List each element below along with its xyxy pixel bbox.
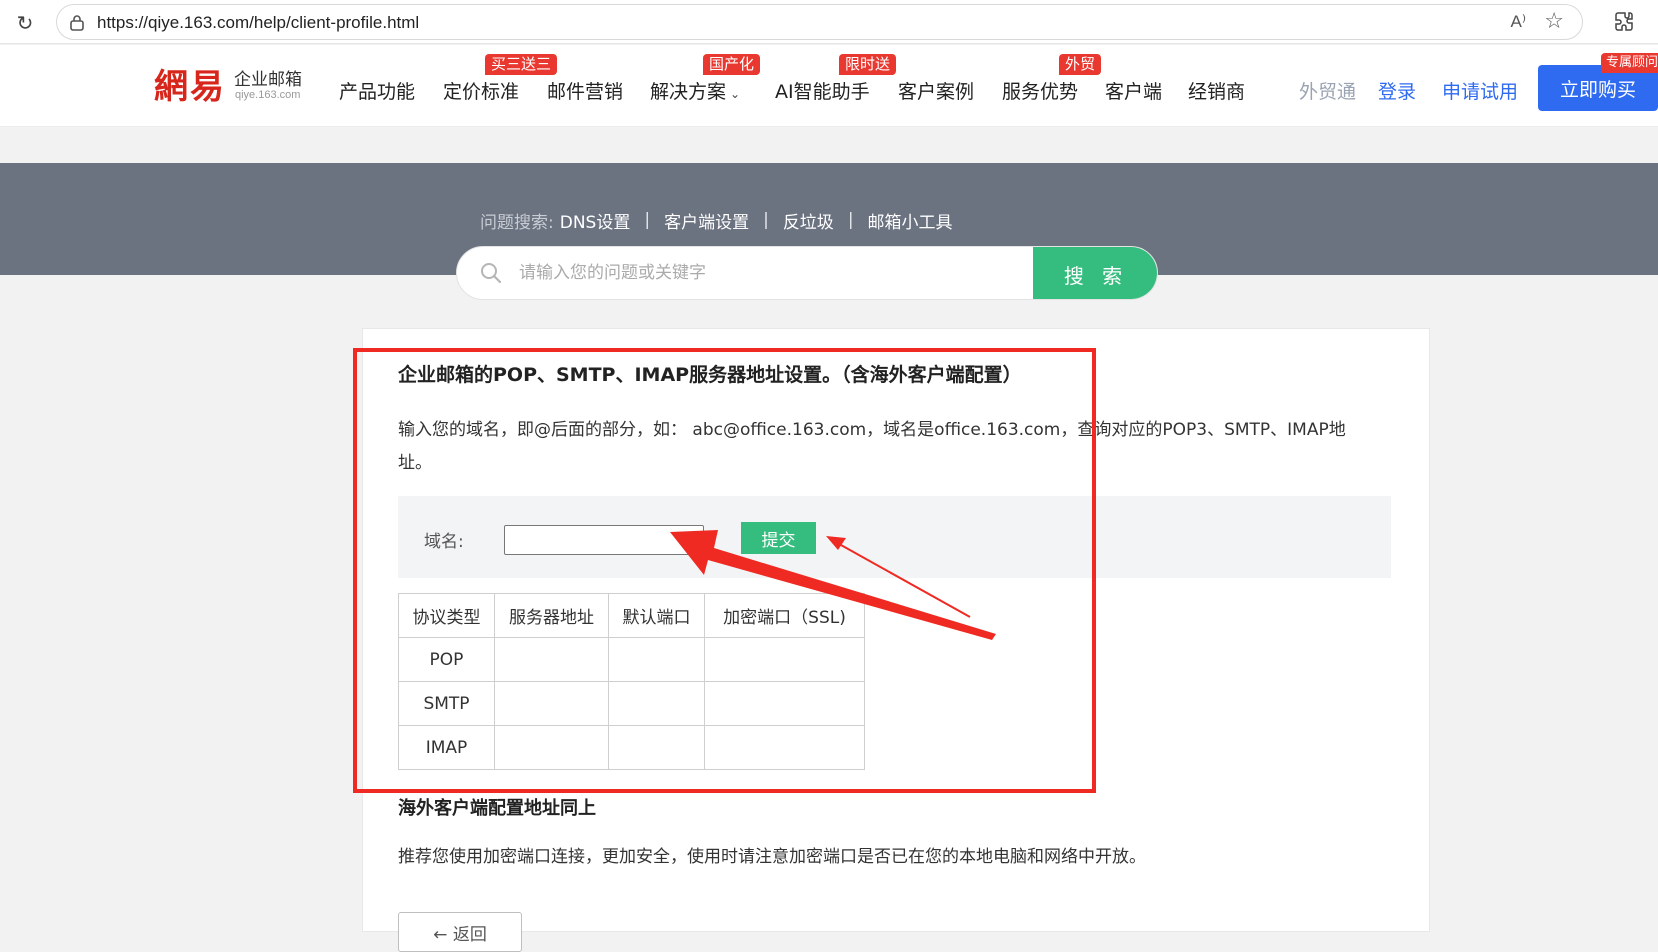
favorite-star-icon[interactable]: ☆ xyxy=(1544,9,1564,34)
consultant-badge[interactable]: 专属顾问 xyxy=(1601,53,1658,73)
nav-badge-services: 外贸 xyxy=(1059,54,1102,75)
reload-icon[interactable]: ↻ xyxy=(12,10,38,36)
help-search-input[interactable] xyxy=(519,247,1079,299)
hot-link-antispam[interactable]: 反垃圾 xyxy=(783,208,834,233)
divider: | xyxy=(847,210,854,230)
back-button[interactable]: ← 返回 xyxy=(398,912,522,952)
nav-distributors[interactable]: 经销商 xyxy=(1188,77,1245,104)
nav-ai-assistant[interactable]: AI智能助手 xyxy=(775,77,870,104)
overseas-config-heading: 海外客户端配置地址同上 xyxy=(398,798,596,819)
site-info-icon[interactable] xyxy=(67,13,87,33)
search-button[interactable]: 搜 索 xyxy=(1033,247,1157,299)
netease-logo[interactable]: 網易 xyxy=(154,59,226,108)
search-icon xyxy=(481,263,502,284)
nav-badge-ai: 限时送 xyxy=(839,54,897,75)
help-search-box: 搜 索 xyxy=(456,246,1158,300)
nav-badge-solutions: 国产化 xyxy=(703,54,761,75)
site-header: 網易 企业邮箱 qiye.163.com 产品功能 买三送三 定价标准 邮件营销… xyxy=(0,45,1658,127)
login-link[interactable]: 登录 xyxy=(1378,77,1416,104)
divider: | xyxy=(644,210,651,230)
nav-client[interactable]: 客户端 xyxy=(1105,77,1162,104)
nav-service-advantages[interactable]: 服务优势 xyxy=(1002,77,1078,104)
read-aloud-icon[interactable]: A⁾ xyxy=(1510,12,1526,32)
nav-badge-pricing: 买三送三 xyxy=(485,54,558,75)
hot-topics-label: 问题搜索: xyxy=(480,212,554,233)
divider: | xyxy=(763,210,769,230)
browser-toolbar: ↻ https://qiye.163.com/help/client-profi… xyxy=(0,0,1658,44)
hot-link-client-settings[interactable]: 客户端设置 xyxy=(664,208,749,233)
logo-domain: qiye.163.com xyxy=(235,89,301,101)
nav-foreign-trade-link[interactable]: 外贸通 xyxy=(1299,77,1356,104)
nav-product-features[interactable]: 产品功能 xyxy=(339,77,415,104)
hot-link-dns[interactable]: DNS设置 xyxy=(560,208,631,233)
nav-customer-cases[interactable]: 客户案例 xyxy=(898,77,974,104)
nav-email-marketing[interactable]: 邮件营销 xyxy=(547,77,623,104)
annotation-highlight-box xyxy=(353,348,1096,793)
logo-product-name[interactable]: 企业邮箱 xyxy=(234,65,302,90)
nav-solutions[interactable]: 解决方案 ⌄ xyxy=(650,77,740,104)
url-text[interactable]: https://qiye.163.com/help/client-profile… xyxy=(97,13,419,33)
chevron-down-icon: ⌄ xyxy=(730,87,741,101)
nav-pricing[interactable]: 定价标准 xyxy=(443,77,519,104)
nav-solutions-label: 解决方案 xyxy=(650,81,727,103)
extensions-icon[interactable] xyxy=(1612,10,1636,34)
hot-topics: 问题搜索: DNS设置 | 客户端设置 | 反垃圾 | 邮箱小工具 xyxy=(480,208,953,233)
apply-trial-link[interactable]: 申请试用 xyxy=(1442,77,1518,104)
recommendation-text: 推荐您使用加密端口连接，更加安全，使用时请注意加密端口是否已在您的本地电脑和网络… xyxy=(398,847,1146,867)
address-bar[interactable]: https://qiye.163.com/help/client-profile… xyxy=(56,4,1583,40)
hot-link-mail-tools[interactable]: 邮箱小工具 xyxy=(868,208,953,233)
